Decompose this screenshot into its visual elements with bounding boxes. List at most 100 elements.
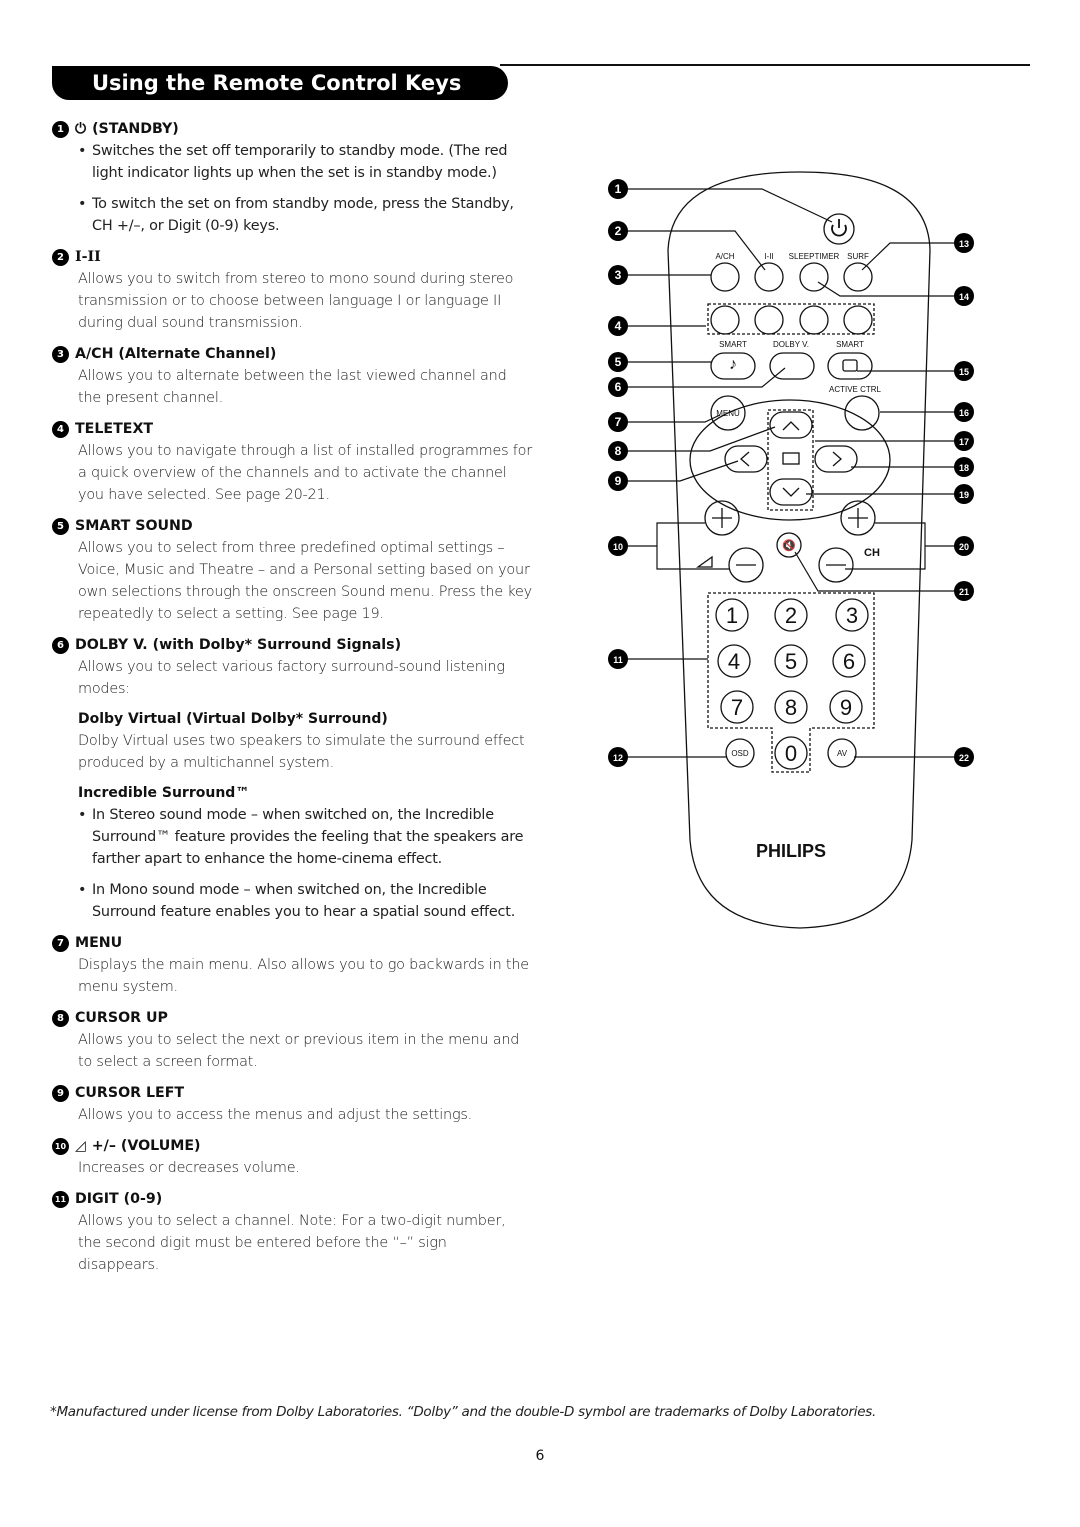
surf-button [843, 262, 873, 292]
section-ach: 3 A/CH (Alternate Channel) Allows you to … [52, 343, 532, 409]
cursor-left-button [724, 445, 768, 473]
digit-9: 9 [840, 695, 852, 720]
callout-number: 17 [959, 437, 969, 447]
callout-number: 2 [52, 248, 69, 266]
callout-number: 5 [615, 355, 622, 369]
page-number: 6 [535, 1448, 545, 1464]
callout-number: 18 [959, 463, 969, 473]
section-title: +/– (VOLUME) [91, 1138, 201, 1154]
callout-number: 20 [959, 542, 969, 552]
smart-picture-label: SMART [836, 340, 864, 349]
section-title: CURSOR UP [75, 1010, 168, 1026]
teletext-button-4 [843, 305, 873, 335]
bullet: In Mono sound mode – when switched on, t… [78, 879, 532, 923]
section-text: Displays the main menu. Also allows you … [78, 957, 529, 995]
callout-number: 3 [52, 345, 69, 363]
digit-1: 1 [726, 603, 738, 628]
teletext-button-2 [754, 305, 784, 335]
standby-button [823, 213, 855, 245]
av-label: AV [837, 749, 848, 758]
cursor-up-button [769, 411, 813, 439]
i-ii-button [754, 262, 784, 292]
section-cursor-up: 8 CURSOR UP Allows you to select the next… [52, 1007, 532, 1073]
section-title: CURSOR LEFT [75, 1085, 185, 1101]
cursor-down-button [769, 478, 813, 506]
smart-picture-button [827, 352, 873, 380]
callout-number: 5 [52, 517, 69, 535]
section-text: Allows you to select from three predefin… [78, 540, 532, 622]
section-title: TELETEXT [75, 421, 154, 437]
callout-number: 19 [959, 490, 969, 500]
callout-number: 10 [52, 1137, 69, 1155]
callout-number: 7 [615, 415, 622, 429]
section-title: (STANDBY) [92, 121, 179, 137]
callout-number: 8 [615, 444, 622, 458]
ach-button [710, 262, 740, 292]
nav-ring [689, 399, 891, 521]
teletext-button-3 [799, 305, 829, 335]
section-dolby: 6 DOLBY V. (with Dolby* Surround Signals)… [52, 634, 532, 923]
section-i-ii: 2 I-II Allows you to switch from stereo t… [52, 246, 532, 334]
digit-0: 0 [785, 741, 797, 766]
mute-icon: 🔇 [782, 539, 796, 552]
remote-control-diagram: A/CH I-II SLEEPTIMER SURF SMART DOLBY V.… [608, 171, 974, 929]
callout-number: 3 [615, 268, 622, 282]
bullet: To switch the set on from standby mode, … [78, 193, 532, 237]
bullet: Switches the set off temporarily to stan… [78, 140, 532, 184]
page-title: Using the Remote Control Keys [52, 66, 508, 100]
callout-number: 14 [959, 292, 969, 302]
smart-sound-label: SMART [719, 340, 747, 349]
callout-number: 10 [613, 542, 623, 552]
bullet: In Stereo sound mode – when switched on,… [78, 804, 532, 870]
music-note-icon: ♪ [729, 356, 737, 373]
callout-number: 1 [615, 182, 622, 196]
dolby-label: DOLBY V. [773, 340, 809, 349]
ch-label: CH [864, 547, 880, 559]
section-title: A/CH (Alternate Channel) [75, 346, 277, 362]
digit-2: 2 [785, 603, 797, 628]
active-ctrl-button [844, 395, 880, 431]
section-smart-sound: 5 SMART SOUND Allows you to select from t… [52, 515, 532, 625]
callout-number: 12 [613, 753, 623, 763]
section-title: I-II [75, 249, 101, 265]
callout-number: 13 [959, 239, 969, 249]
volume-icon: ◿ [75, 1138, 86, 1154]
callout-number: 4 [615, 319, 622, 333]
section-menu: 7 MENU Displays the main menu. Also allow… [52, 932, 532, 998]
section-text: Allows you to access the menus and adjus… [78, 1107, 473, 1123]
active-ctrl-label: ACTIVE CTRL [829, 385, 882, 394]
section-text: Allows you to select a channel. Note: Fo… [78, 1213, 506, 1273]
callout-number: 9 [615, 474, 622, 488]
section-text: Allows you to select the next or previou… [78, 1032, 520, 1070]
callout-number: 11 [52, 1190, 69, 1208]
subsection-title: Incredible Surround™ [78, 785, 250, 801]
remote-body [667, 171, 931, 929]
section-text: Allows you to switch from stereo to mono… [78, 271, 514, 331]
callout-number: 21 [959, 587, 969, 597]
callout-number: 22 [959, 753, 969, 763]
section-digit: 11 DIGIT (0-9) Allows you to select a cha… [52, 1188, 532, 1276]
power-icon [831, 219, 847, 237]
section-volume: 10 ◿ +/– (VOLUME) Increases or decreases v… [52, 1135, 532, 1179]
section-title: SMART SOUND [75, 518, 193, 534]
callout-number: 6 [52, 636, 69, 654]
callout-number: 7 [52, 934, 69, 952]
brand-logo: PHILIPS [756, 841, 826, 861]
subsection-text: Dolby Virtual uses two speakers to simul… [78, 733, 525, 771]
callout-number: 15 [959, 367, 969, 377]
section-title: DOLBY V. (with Dolby* Surround Signals) [75, 637, 402, 653]
digit-8: 8 [785, 695, 797, 720]
callout-number: 6 [615, 380, 622, 394]
ach-label: A/CH [715, 252, 734, 261]
section-teletext: 4 TELETEXT Allows you to navigate through… [52, 418, 532, 506]
callout-number: 16 [959, 408, 969, 418]
section-text: Allows you to select various factory sur… [78, 659, 505, 697]
callout-number: 8 [52, 1009, 69, 1027]
section-text: Allows you to navigate through a list of… [78, 443, 532, 503]
digit-3: 3 [846, 603, 858, 628]
callout-number: 2 [615, 224, 622, 238]
digit-4: 4 [728, 649, 740, 674]
teletext-button-1 [710, 305, 740, 335]
digit-6: 6 [843, 649, 855, 674]
section-text: Allows you to alternate between the last… [78, 368, 507, 406]
